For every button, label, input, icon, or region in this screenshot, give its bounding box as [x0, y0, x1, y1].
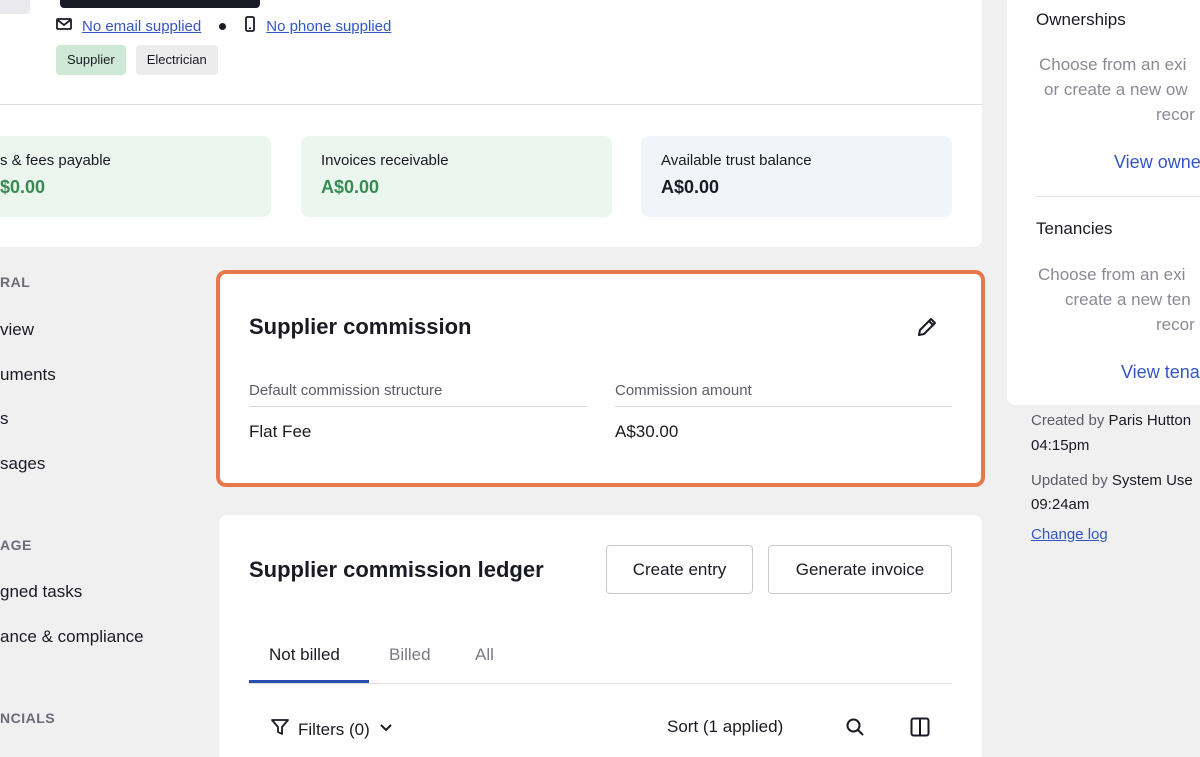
tag-electrician: Electrician: [135, 45, 218, 75]
email-link[interactable]: No email supplied: [82, 18, 201, 35]
nav-item-notes[interactable]: s: [0, 409, 9, 429]
change-log-link[interactable]: Change log: [1031, 526, 1108, 543]
nav-item-messages[interactable]: sages: [0, 454, 45, 474]
filter-icon: [270, 717, 290, 742]
right-divider: [1036, 196, 1200, 197]
tab-not-billed[interactable]: Not billed: [269, 645, 340, 665]
commission-title: Supplier commission: [249, 314, 472, 339]
ledger-title: Supplier commission ledger: [249, 557, 544, 582]
email-icon: [56, 17, 72, 35]
stat-trust-balance: Available trust balance A$0.00: [641, 136, 952, 217]
nav-item-overview[interactable]: view: [0, 320, 34, 340]
amount-label: Commission amount: [615, 382, 752, 399]
amount-value: A$30.00: [615, 422, 679, 441]
tab-billed[interactable]: Billed: [389, 645, 431, 665]
tab-all[interactable]: All: [475, 645, 494, 665]
pencil-icon[interactable]: [914, 314, 940, 340]
stat-value: A$0.00: [321, 177, 380, 197]
ownerships-empty-text-1: Choose from an exi: [1039, 55, 1187, 74]
active-tab-indicator: [249, 680, 369, 683]
structure-value: Flat Fee: [249, 422, 312, 441]
structure-divider: [249, 406, 587, 407]
stat-fees-payable: s & fees payable $0.00: [0, 136, 271, 217]
sort-button[interactable]: Sort (1 applied): [667, 717, 783, 737]
nav-section-general: RAL: [0, 274, 31, 290]
ownerships-empty-text-2: or create a new ow: [1044, 80, 1188, 99]
contact-tags: Supplier Electrician: [56, 45, 218, 75]
generate-invoice-button[interactable]: Generate invoice: [768, 545, 952, 594]
filters-label: Filters (0): [298, 719, 370, 739]
tag-supplier: Supplier: [56, 45, 126, 75]
nav-section-manage: AGE: [0, 537, 32, 553]
created-time: 04:15pm: [1031, 437, 1090, 454]
stat-value: $0.00: [0, 177, 46, 197]
tenancies-empty-text-3: recor: [1156, 315, 1195, 334]
updated-prefix: Updated by: [1031, 472, 1108, 489]
contact-details-row: No email supplied No phone supplied: [56, 16, 391, 36]
separator-dot: [219, 22, 227, 30]
stat-invoices-receivable: Invoices receivable A$0.00: [301, 136, 612, 217]
back-tab-fragment: [0, 0, 30, 14]
nav-item-assigned-tasks[interactable]: gned tasks: [0, 582, 82, 602]
updated-time: 09:24am: [1031, 496, 1090, 513]
tabs-divider: [249, 683, 952, 684]
view-tenancies-link[interactable]: View tena: [1121, 362, 1200, 383]
stat-label: Invoices receivable: [321, 152, 449, 169]
tenancies-empty-text-2: create a new ten: [1065, 290, 1191, 309]
created-by-name: Paris Hutton: [1108, 412, 1192, 429]
nav-section-financials: NCIALS: [0, 710, 56, 726]
chevron-down-icon: [378, 719, 394, 740]
updated-by-name: System Use: [1111, 472, 1193, 489]
supplier-commission-card: [216, 270, 985, 487]
nav-item-documents[interactable]: uments: [0, 365, 56, 385]
created-by: Created by Paris Hutton: [1031, 412, 1191, 429]
ownerships-title: Ownerships: [1036, 10, 1126, 29]
tenancies-title: Tenancies: [1036, 219, 1113, 238]
amount-divider: [615, 406, 952, 407]
columns-icon[interactable]: [910, 717, 930, 737]
header-divider: [0, 104, 982, 105]
updated-by: Updated by System Use: [1031, 472, 1193, 489]
structure-label: Default commission structure: [249, 382, 443, 399]
phone-icon: [244, 16, 256, 36]
created-prefix: Created by: [1031, 412, 1105, 429]
page-title-fragment: [60, 0, 260, 8]
stat-label: s & fees payable: [0, 152, 111, 169]
view-ownerships-link[interactable]: View owne: [1114, 152, 1200, 173]
tenancies-empty-text-1: Choose from an exi: [1038, 265, 1186, 284]
create-entry-button[interactable]: Create entry: [606, 545, 753, 594]
phone-link[interactable]: No phone supplied: [266, 18, 391, 35]
nav-item-compliance[interactable]: ance & compliance: [0, 627, 144, 647]
stat-value: A$0.00: [661, 177, 720, 197]
ownerships-empty-text-3: recor: [1156, 105, 1195, 124]
search-icon[interactable]: [845, 717, 865, 737]
sort-label: Sort (1 applied): [667, 717, 784, 736]
stat-label: Available trust balance: [661, 152, 812, 169]
filters-button[interactable]: Filters (0): [270, 717, 394, 742]
